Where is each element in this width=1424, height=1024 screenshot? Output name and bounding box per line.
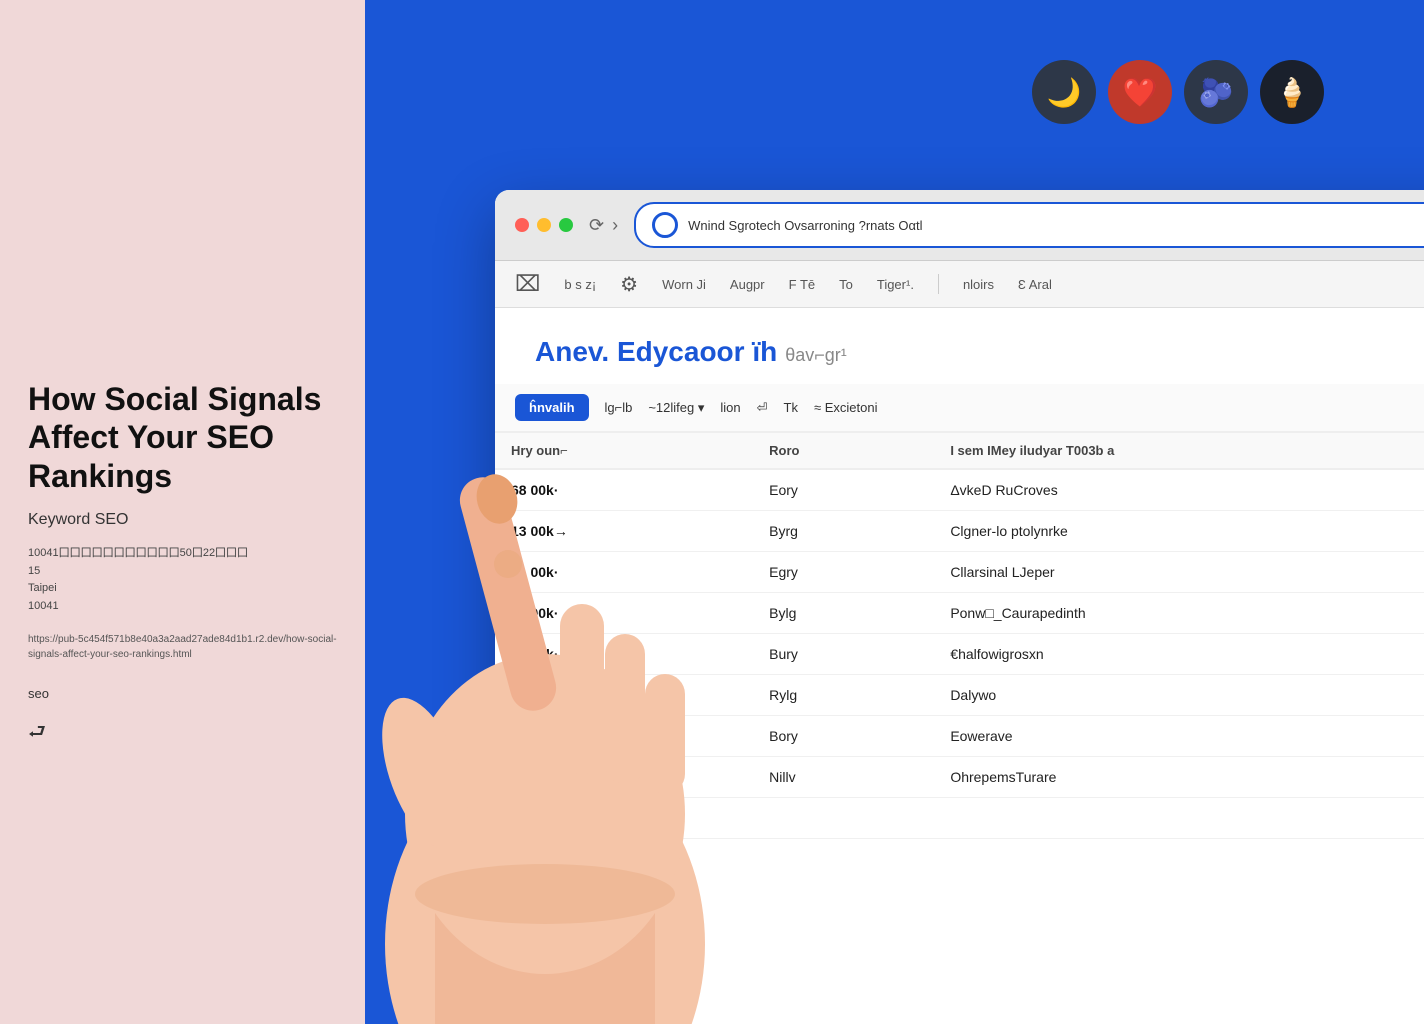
cell-col2: Bylg <box>753 593 934 634</box>
cell-col1: SO 00k· <box>495 757 753 798</box>
browser-content: Anev. Edycaoor ïh θav⌐gr¹ ĥnvalih lg⌐lb … <box>495 308 1424 1024</box>
table-row[interactable]: 81 00k· Egry Cllarsinal LJeper <box>495 552 1424 593</box>
cell-col3: OhrepemsTurare <box>934 757 1424 798</box>
top-icons: 🌙 ❤️ 🫐 🍦 <box>1032 60 1324 124</box>
table-header: Hry oun⌐ Roro I sem IMey iludyar T003b a <box>495 433 1424 469</box>
cell-col3: Ponw□_Caurapedinth <box>934 593 1424 634</box>
cell-col2 <box>753 798 934 839</box>
table-row[interactable]: 8F 00k· <box>495 798 1424 839</box>
address-circle-icon <box>652 212 678 238</box>
table-row[interactable]: 80 00k· Bylg Ponw□_Caurapedinth <box>495 593 1424 634</box>
toolbar-item-worn-ji[interactable]: Worn Ji <box>662 277 706 292</box>
toolbar-lion[interactable]: lion <box>720 400 740 415</box>
cell-col1: 80 00k· <box>495 593 753 634</box>
tag-seo: seo <box>28 686 337 701</box>
cell-col2: Rylg <box>753 675 934 716</box>
col-header-1[interactable]: Hry oun⌐ <box>495 433 753 469</box>
browser-chrome: ⟳ › Wnind Sgrotech Ovsarroning ?rnats Oα… <box>495 190 1424 261</box>
browser-toolbar: ⌧ b s z¡ ⚙ Worn Ji Augpr F Tē To Tiger¹.… <box>495 261 1424 308</box>
toolbar-item-augpr[interactable]: Augpr <box>730 277 765 292</box>
cell-col1: 17 004· <box>495 675 753 716</box>
cell-col1: 13 00k→ <box>495 511 753 552</box>
cell-col2: Eory <box>753 469 934 511</box>
toolbar-tk[interactable]: Tk <box>784 400 798 415</box>
toolbar-return[interactable]: ⏎ <box>757 400 768 416</box>
cell-col2: Bory <box>753 716 934 757</box>
cell-col2: Egry <box>753 552 934 593</box>
toolbar-item-tiger[interactable]: Tiger¹. <box>877 277 914 292</box>
cell-col2: Bury <box>753 634 934 675</box>
meta-line4: 10041 <box>28 598 337 616</box>
col-header-2[interactable]: Roro <box>753 433 934 469</box>
cell-col1: 62 00k· <box>495 634 753 675</box>
table-row[interactable]: 68 00k· Eory ΔvkeD RuCroves <box>495 469 1424 511</box>
toolbar-item-bsz[interactable]: b s z¡ <box>564 277 596 292</box>
article-url[interactable]: https://pub-5c454f571b8e40a3a2aad27ade84… <box>28 632 337 662</box>
hnvalih-button[interactable]: ĥnvalih <box>515 394 589 421</box>
cell-col3: Dalywo <box>934 675 1424 716</box>
cell-col3: Eowerave <box>934 716 1424 757</box>
toolbar-separator <box>938 274 939 294</box>
cell-col3 <box>934 798 1424 839</box>
keyword-label: Keyword SEO <box>28 511 337 529</box>
toolbar-excietoni[interactable]: ≈ Excietoni <box>814 400 878 415</box>
table-row[interactable]: 32 00k· Bory Eowerave <box>495 716 1424 757</box>
toolbar-item-to[interactable]: To <box>839 277 853 292</box>
col-header-3[interactable]: I sem IMey iludyar T003b a <box>934 433 1424 469</box>
cell-col1: 8F 00k· <box>495 798 753 839</box>
cell-col1: 81 00k· <box>495 552 753 593</box>
back-icon[interactable]: ⟳ <box>589 215 604 236</box>
meta-line2: 15 <box>28 563 337 581</box>
icon-icecream: 🍦 <box>1260 60 1324 124</box>
minimize-button[interactable] <box>537 218 551 232</box>
forward-icon[interactable]: › <box>612 215 618 236</box>
page-title-sub: θav⌐gr¹ <box>785 345 847 366</box>
cell-col3: €halfowigrosxn <box>934 634 1424 675</box>
browser-window: ⟳ › Wnind Sgrotech Ovsarroning ?rnats Oα… <box>495 190 1424 1024</box>
toolbar-item-f-te[interactable]: F Tē <box>789 277 816 292</box>
toolbar-item-aral[interactable]: Ɛ Aral <box>1018 277 1052 292</box>
cell-col3: Cllarsinal LJeper <box>934 552 1424 593</box>
maximize-button[interactable] <box>559 218 573 232</box>
right-panel: 🌙 ❤️ 🫐 🍦 ⟳ › Wnind Sgrotech Ovsarroning … <box>365 0 1424 1024</box>
toolbar-icon-cp[interactable]: ⌧ <box>515 271 540 297</box>
table-row[interactable]: 62 00k· Bury €halfowigrosxn <box>495 634 1424 675</box>
page-heading: Anev. Edycaoor ïh θav⌐gr¹ <box>495 308 1424 384</box>
icon-blueberry: 🫐 <box>1184 60 1248 124</box>
meta-info: 10041囗囗囗囗囗囗囗囗囗囗囗50囗22囗囗囗 15 Taipei 10041 <box>28 545 337 615</box>
icon-heart: ❤️ <box>1108 60 1172 124</box>
data-table: Hry oun⌐ Roro I sem IMey iludyar T003b a… <box>495 433 1424 839</box>
toolbar-item-nloirs[interactable]: nloirs <box>963 277 994 292</box>
cell-col2: Nillv <box>753 757 934 798</box>
table-toolbar: ĥnvalih lg⌐lb ~12lifeg ▾ lion ⏎ Tk ≈ Exc… <box>495 384 1424 433</box>
address-bar[interactable]: Wnind Sgrotech Ovsarroning ?rnats Oαtl <box>634 202 1424 248</box>
toolbar-12lifeg[interactable]: ~12lifeg ▾ <box>648 400 704 416</box>
traffic-lights <box>515 218 573 232</box>
address-text[interactable]: Wnind Sgrotech Ovsarroning ?rnats Oαtl <box>688 218 1424 233</box>
meta-line1: 10041囗囗囗囗囗囗囗囗囗囗囗50囗22囗囗囗 <box>28 545 337 563</box>
cell-col1: 32 00k· <box>495 716 753 757</box>
table-row[interactable]: 13 00k→ Byrg Clgner-lo ptolynrke <box>495 511 1424 552</box>
page-title-main: Anev. Edycaoor ïh <box>535 336 777 368</box>
icon-moon: 🌙 <box>1032 60 1096 124</box>
close-button[interactable] <box>515 218 529 232</box>
article-title: How Social Signals Affect Your SEO Ranki… <box>28 380 337 495</box>
toolbar-lglb[interactable]: lg⌐lb <box>605 400 633 415</box>
cell-col1: 68 00k· <box>495 469 753 511</box>
cell-col3: Clgner-lo ptolynrke <box>934 511 1424 552</box>
tag-icon: ⮐ <box>28 717 337 751</box>
left-panel: How Social Signals Affect Your SEO Ranki… <box>0 0 365 1024</box>
table-row[interactable]: SO 00k· Nillv OhrepemsTurare <box>495 757 1424 798</box>
cell-col2: Byrg <box>753 511 934 552</box>
table-row[interactable]: 17 004· Rylg Dalywo <box>495 675 1424 716</box>
cell-col3: ΔvkeD RuCroves <box>934 469 1424 511</box>
toolbar-icon-sq[interactable]: ⚙ <box>620 272 638 297</box>
meta-line3: Taipei <box>28 580 337 598</box>
table-body: 68 00k· Eory ΔvkeD RuCroves 13 00k→ Byrg… <box>495 469 1424 839</box>
browser-nav: ⟳ › <box>589 215 618 236</box>
